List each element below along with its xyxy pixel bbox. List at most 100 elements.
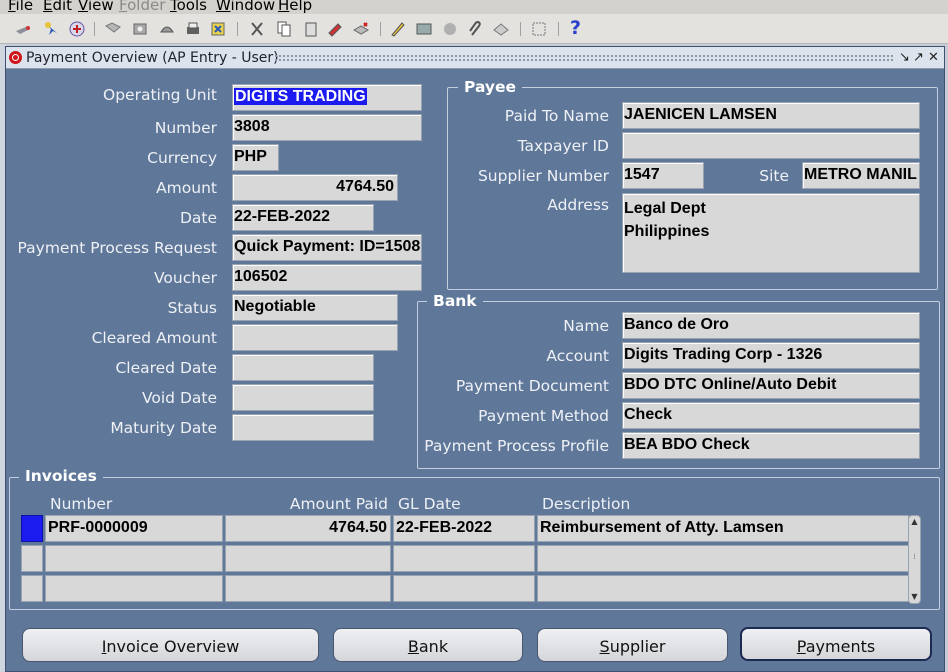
edit-field-icon[interactable]	[389, 20, 407, 38]
account-field[interactable]: Digits Trading Corp - 1326	[622, 342, 920, 369]
bank-button[interactable]: Bank	[333, 628, 523, 662]
number-label: Number	[154, 119, 217, 137]
cleared-date-field[interactable]	[232, 354, 374, 381]
menu-folder[interactable]: Folder	[119, 0, 165, 14]
attachments-icon[interactable]	[466, 20, 484, 38]
zoom-icon[interactable]	[415, 20, 433, 38]
print-icon[interactable]	[184, 20, 202, 38]
payment-method-label: Payment Method	[478, 407, 609, 425]
voucher-field[interactable]: 106502	[232, 264, 422, 291]
payment-document-field[interactable]: BDO DTC Online/Auto Debit	[622, 372, 920, 399]
invoice-overview-button[interactable]: Invoice Overview	[22, 628, 319, 662]
toolbar-separator	[380, 22, 381, 36]
menu-help[interactable]: Help	[278, 0, 312, 14]
folder-tools-icon[interactable]	[492, 20, 510, 38]
invoice-number-cell[interactable]: PRF-0000009	[45, 515, 223, 542]
help-icon[interactable]: ?	[570, 17, 588, 39]
payment-process-request-label: Payment Process Request	[17, 239, 217, 257]
status-field[interactable]: Negotiable	[232, 294, 398, 321]
bank-name-field[interactable]: Banco de Oro	[622, 312, 920, 339]
description-cell[interactable]: Reimbursement of Atty. Lamsen	[537, 515, 909, 542]
close-icon[interactable]: ✕	[928, 50, 939, 65]
scroll-up-icon[interactable]: ▲	[910, 517, 919, 527]
taxpayer-id-field[interactable]	[622, 132, 920, 159]
supplier-number-label: Supplier Number	[477, 167, 609, 185]
description-cell[interactable]	[537, 575, 909, 602]
col-header-amount-paid: Amount Paid	[289, 495, 388, 513]
paid-to-name-field[interactable]: JAENICEN LAMSEN	[622, 102, 920, 129]
amount-paid-cell[interactable]	[225, 575, 391, 602]
toolbar-separator	[237, 22, 238, 36]
maturity-date-label: Maturity Date	[110, 419, 217, 437]
amount-paid-cell[interactable]	[225, 545, 391, 572]
col-header-number: Number	[50, 495, 113, 513]
window-titlebar[interactable]: Payment Overview (AP Entry - User) ↘ ↗ ✕	[6, 47, 944, 69]
date-label: Date	[179, 209, 217, 227]
amount-label: Amount	[156, 179, 217, 197]
supplier-number-field[interactable]: 1547	[622, 162, 704, 189]
maturity-date-field[interactable]	[232, 414, 374, 441]
invoice-number-cell[interactable]	[45, 575, 223, 602]
supplier-button[interactable]: Supplier	[537, 628, 728, 662]
clear-record-icon[interactable]	[326, 20, 344, 38]
operating-unit-label: Operating Unit	[103, 86, 217, 104]
number-field[interactable]: 3808	[232, 114, 422, 141]
site-field[interactable]: METRO MANIL	[802, 162, 920, 189]
paste-icon[interactable]	[302, 20, 320, 38]
toolbar: ?	[0, 14, 948, 44]
amount-paid-cell[interactable]: 4764.50	[225, 515, 391, 542]
address-field[interactable]: Legal Dept Philippines	[622, 193, 920, 273]
payment-process-profile-field[interactable]: BEA BDO Check	[622, 432, 920, 459]
row-indicator[interactable]	[21, 545, 43, 572]
row-indicator[interactable]	[21, 575, 43, 602]
navigator-icon[interactable]	[68, 20, 86, 38]
gl-date-cell[interactable]	[393, 575, 535, 602]
scroll-down-icon[interactable]: ▼	[910, 592, 919, 602]
void-date-label: Void Date	[141, 389, 217, 407]
invoices-scrollbar[interactable]: ▲ ⁞ ▼	[908, 515, 921, 604]
bank-name-label: Name	[563, 317, 609, 335]
open-icon[interactable]	[104, 20, 122, 38]
invoice-number-cell[interactable]	[45, 545, 223, 572]
amount-field[interactable]: 4764.50	[232, 174, 398, 201]
gl-date-cell[interactable]	[393, 545, 535, 572]
new-record-icon[interactable]	[14, 20, 32, 38]
payment-method-field[interactable]: Check	[622, 402, 920, 429]
void-date-field[interactable]	[232, 384, 374, 411]
switch-responsibility-icon[interactable]	[158, 20, 176, 38]
date-field[interactable]: 22-FEB-2022	[232, 204, 374, 231]
scroll-thumb-grip-icon[interactable]: ⁞	[910, 552, 919, 562]
payments-button[interactable]: Payments	[740, 627, 932, 661]
save-icon[interactable]	[131, 20, 149, 38]
menu-edit[interactable]: Edit	[43, 0, 72, 14]
cleared-amount-field[interactable]	[232, 324, 398, 351]
payment-process-request-field[interactable]: Quick Payment: ID=1508	[232, 234, 422, 261]
close-form-icon[interactable]	[209, 20, 227, 38]
invoices-group-title: Invoices	[19, 467, 103, 485]
currency-field[interactable]: PHP	[232, 144, 279, 171]
translations-icon[interactable]	[441, 20, 459, 38]
address-line-1: Legal Dept	[624, 200, 706, 217]
menu-window[interactable]: Window	[216, 0, 275, 14]
find-icon[interactable]	[42, 20, 60, 38]
row-indicator[interactable]	[21, 515, 43, 542]
cleared-amount-label: Cleared Amount	[91, 329, 217, 347]
voucher-label: Voucher	[154, 269, 217, 287]
menu-view[interactable]: View	[78, 0, 114, 14]
cut-icon[interactable]	[248, 20, 266, 38]
gl-date-cell[interactable]: 22-FEB-2022	[393, 515, 535, 542]
description-cell[interactable]	[537, 545, 909, 572]
address-line-2: Philippines	[624, 223, 710, 240]
menu-bar: File Edit View Folder Tools Window Help	[0, 0, 948, 14]
currency-label: Currency	[147, 149, 217, 167]
operating-unit-field[interactable]: DIGITS TRADING	[232, 84, 422, 111]
oracle-logo-icon	[9, 51, 22, 64]
minimize-icon[interactable]: ↘	[899, 50, 910, 65]
window-help-icon[interactable]	[530, 20, 548, 38]
menu-tools[interactable]: Tools	[170, 0, 207, 14]
maximize-icon[interactable]: ↗	[913, 50, 924, 65]
toolbar-separator	[94, 22, 95, 36]
menu-file[interactable]: File	[8, 0, 33, 14]
delete-record-icon[interactable]	[352, 20, 370, 38]
copy-icon[interactable]	[275, 20, 293, 38]
